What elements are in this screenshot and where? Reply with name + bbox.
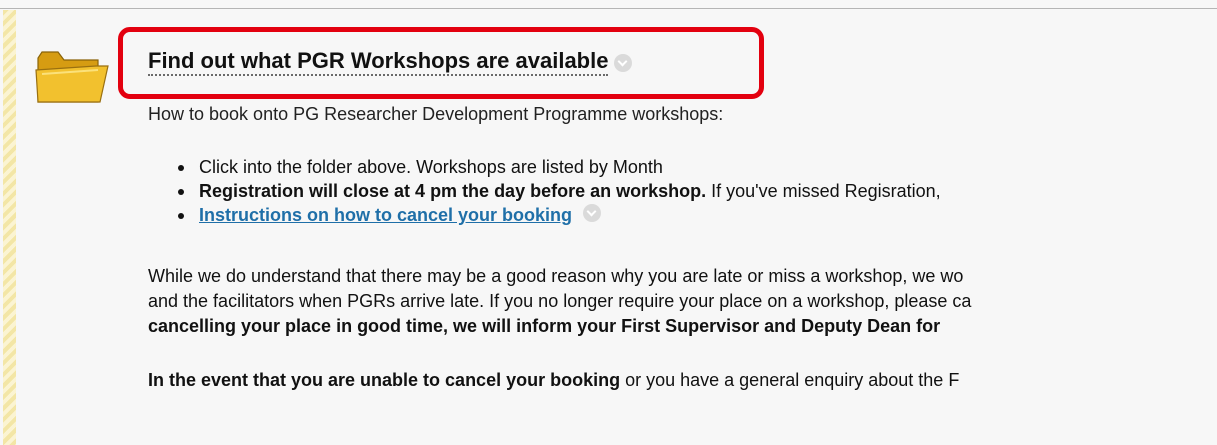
paragraph-line: While we do understand that there may be… <box>148 266 964 286</box>
top-divider <box>0 8 1217 9</box>
bullet-bold-text: Registration will close at 4 pm the day … <box>199 181 707 201</box>
list-item: Registration will close at 4 pm the day … <box>148 179 941 203</box>
chevron-down-icon[interactable] <box>583 204 602 222</box>
intro-text: How to book onto PG Researcher Developme… <box>148 104 724 124</box>
list-item: Click into the folder above. Workshops a… <box>148 155 941 179</box>
attendance-paragraph: While we do understand that there may be… <box>148 264 971 339</box>
content-stripe <box>3 10 16 445</box>
bullet-text: Click into the folder above. Workshops a… <box>199 157 663 177</box>
folder-icon[interactable] <box>34 44 110 106</box>
cancel-instructions-link[interactable]: Instructions on how to cancel your booki… <box>199 205 572 225</box>
bullet-list: Click into the folder above. Workshops a… <box>148 155 941 227</box>
section-title-row: Find out what PGR Workshops are availabl… <box>148 46 633 78</box>
list-item: Instructions on how to cancel your booki… <box>148 203 941 227</box>
page: Find out what PGR Workshops are availabl… <box>0 0 1217 445</box>
bullet-text: If you've missed Regisration, <box>711 181 941 201</box>
chevron-down-icon[interactable] <box>614 54 633 72</box>
paragraph-text: or you have a general enquiry about the … <box>625 370 960 390</box>
paragraph-bold-text: In the event that you are unable to canc… <box>148 370 621 390</box>
paragraph-bold-line: cancelling your place in good time, we w… <box>148 316 941 336</box>
section-title-link[interactable]: Find out what PGR Workshops are availabl… <box>148 48 609 76</box>
paragraph-line: and the facilitators when PGRs arrive la… <box>148 291 972 311</box>
enquiry-paragraph: In the event that you are unable to canc… <box>148 368 959 393</box>
